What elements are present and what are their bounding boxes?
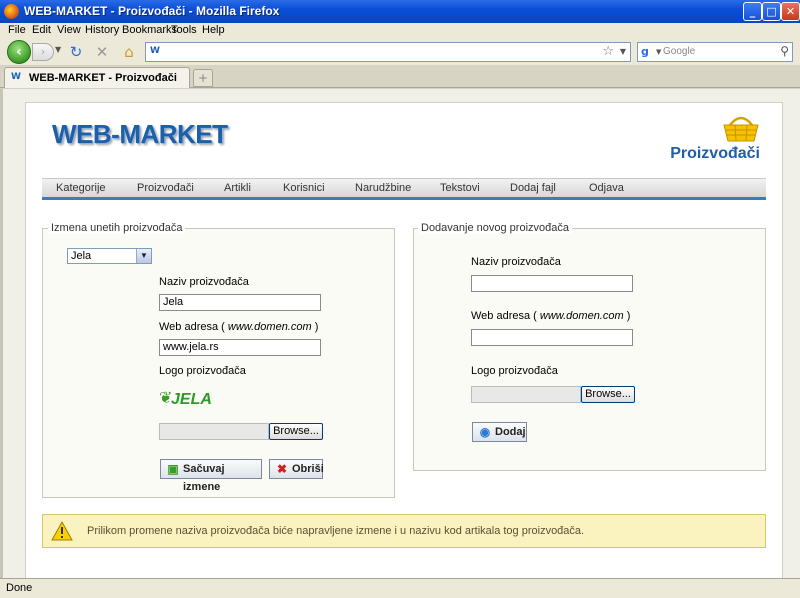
delete-button[interactable]: ✖ Obriši xyxy=(269,459,324,479)
manufacturer-logo-image: ❦ JELA xyxy=(159,389,229,413)
edit-logo-file-field[interactable] xyxy=(159,423,269,440)
edit-web-input[interactable]: www.jela.rs xyxy=(159,339,321,356)
nav-artikli[interactable]: Artikli xyxy=(224,182,251,194)
tab-label: WEB-MARKET - Proizvođači xyxy=(29,72,177,84)
menu-edit[interactable]: Edit xyxy=(32,24,51,36)
basket-icon xyxy=(723,116,759,142)
url-dropdown-icon[interactable]: ▼ xyxy=(620,47,626,56)
globe-icon: ◉ xyxy=(479,425,491,439)
add-manufacturer-fieldset xyxy=(413,228,766,471)
site-nav-menu: Kategorije Proizvođači Artikli Korisnici… xyxy=(42,178,766,200)
nav-odjava[interactable]: Odjava xyxy=(589,182,624,194)
search-engine-dropdown-icon[interactable]: ▼ xyxy=(656,48,661,56)
search-placeholder: Google xyxy=(663,46,696,57)
google-icon[interactable]: g xyxy=(641,45,655,59)
add-name-label: Naziv proizvođača xyxy=(471,256,561,268)
add-web-label: Web adresa ( www.domen.com ) xyxy=(471,310,631,322)
save-changes-label: Sačuvaj izmene xyxy=(183,463,225,493)
menu-help[interactable]: Help xyxy=(202,24,225,36)
edit-name-label: Naziv proizvođača xyxy=(159,276,249,288)
status-text: Done xyxy=(6,582,33,594)
manufacturer-logo-text: JELA xyxy=(171,391,212,408)
edit-logo-label: Logo proizvođača xyxy=(159,365,246,377)
tab-strip: W WEB-MARKET - Proizvođači + xyxy=(0,65,800,88)
reload-icon[interactable]: ↻ xyxy=(67,43,85,61)
site-favicon-icon: W xyxy=(150,46,160,56)
menu-bookmarks[interactable]: Bookmarks xyxy=(122,24,177,36)
firefox-icon xyxy=(4,4,19,19)
menu-bar: File Edit View History Bookmarks Tools H… xyxy=(0,23,800,39)
add-web-input[interactable] xyxy=(471,329,633,346)
close-button[interactable]: ✕ xyxy=(781,2,800,21)
tab-favicon-icon: W xyxy=(11,72,21,82)
window-title: WEB-MARKET - Proizvođači - Mozilla Firef… xyxy=(24,4,280,18)
tab-web-market[interactable]: W WEB-MARKET - Proizvođači xyxy=(4,67,190,88)
edit-browse-button[interactable]: Browse... xyxy=(269,423,323,440)
manufacturer-select-value: Jela xyxy=(71,250,92,262)
warning-icon xyxy=(51,521,73,541)
history-dropdown-icon[interactable]: ▼ xyxy=(55,45,61,54)
save-icon: ▣ xyxy=(167,462,179,476)
save-changes-button[interactable]: ▣ Sačuvaj izmene xyxy=(160,459,262,493)
menu-history[interactable]: History xyxy=(85,24,119,36)
site-logo[interactable]: WEB-MARKET xyxy=(52,119,228,150)
chevron-down-icon[interactable]: ▼ xyxy=(136,249,151,263)
minimize-button[interactable]: _ xyxy=(743,2,762,21)
nav-korisnici[interactable]: Korisnici xyxy=(283,182,325,194)
delete-icon: ✖ xyxy=(276,462,288,476)
search-icon[interactable]: ⚲ xyxy=(780,44,789,58)
edit-manufacturer-fieldset xyxy=(42,228,395,498)
add-browse-button[interactable]: Browse... xyxy=(581,386,635,403)
home-icon[interactable]: ⌂ xyxy=(120,43,138,61)
nav-dodaj-fajl[interactable]: Dodaj fajl xyxy=(510,182,556,194)
stop-icon[interactable]: ✕ xyxy=(93,43,111,61)
delete-label: Obriši xyxy=(292,463,324,475)
add-logo-label: Logo proizvođača xyxy=(471,365,558,377)
new-tab-button[interactable]: + xyxy=(193,69,213,87)
edit-name-input[interactable]: Jela xyxy=(159,294,321,311)
add-button[interactable]: ◉ Dodaj xyxy=(472,422,527,442)
menu-tools[interactable]: Tools xyxy=(171,24,197,36)
maximize-button[interactable]: □ xyxy=(762,2,781,21)
status-bar: Done xyxy=(0,578,800,598)
bookmark-star-icon[interactable]: ☆ xyxy=(602,44,614,59)
forward-icon[interactable]: › xyxy=(32,43,54,61)
browser-content: WEB-MARKET Proizvođači Kategorije Proizv… xyxy=(0,89,800,580)
menu-view[interactable]: View xyxy=(57,24,81,36)
add-logo-file-field[interactable] xyxy=(471,386,581,403)
url-bar[interactable]: W ☆ ▼ xyxy=(145,42,631,62)
window-titlebar: WEB-MARKET - Proizvođači - Mozilla Firef… xyxy=(0,0,800,23)
edit-web-label: Web adresa ( www.domen.com ) xyxy=(159,321,319,333)
manufacturer-select[interactable]: Jela ▼ xyxy=(67,248,152,264)
nav-kategorije[interactable]: Kategorije xyxy=(56,182,106,194)
nav-tekstovi[interactable]: Tekstovi xyxy=(440,182,480,194)
search-bar[interactable]: g ▼ Google ⚲ xyxy=(637,42,793,62)
edit-form-legend: Izmena unetih proizvođača xyxy=(48,222,186,234)
add-label: Dodaj xyxy=(495,426,526,438)
add-name-input[interactable] xyxy=(471,275,633,292)
nav-proizvodjaci[interactable]: Proizvođači xyxy=(137,182,194,194)
add-form-legend: Dodavanje novog proizvođača xyxy=(418,222,572,234)
page-container: WEB-MARKET Proizvođači Kategorije Proizv… xyxy=(25,102,783,580)
menu-file[interactable]: File xyxy=(8,24,26,36)
warning-notice: Prilikom promene naziva proizvođača biće… xyxy=(42,514,766,548)
page-heading: Proizvođači xyxy=(670,145,760,162)
warning-message: Prilikom promene naziva proizvođača biće… xyxy=(87,525,585,537)
nav-narudzbine[interactable]: Narudžbine xyxy=(355,182,411,194)
back-icon[interactable]: ‹ xyxy=(7,40,31,64)
